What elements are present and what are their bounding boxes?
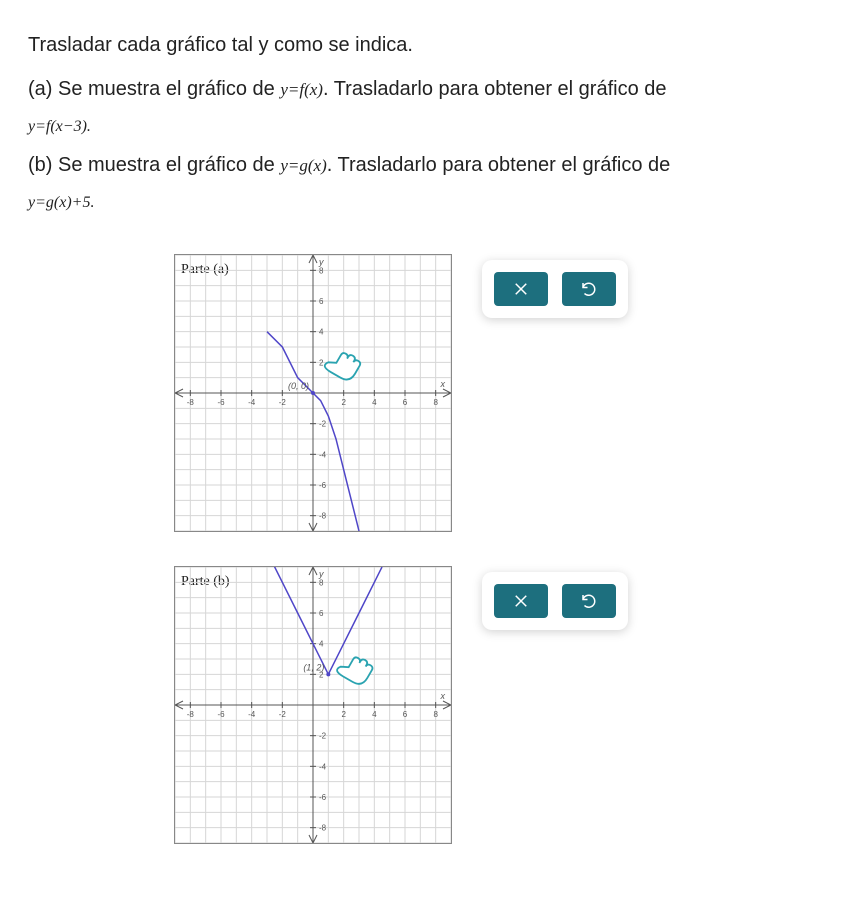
undo-button[interactable] <box>562 272 616 306</box>
svg-text:-8: -8 <box>319 824 327 833</box>
svg-text:-2: -2 <box>319 732 327 741</box>
svg-text:8: 8 <box>433 398 438 407</box>
svg-text:-6: -6 <box>319 793 327 802</box>
svg-text:6: 6 <box>319 609 324 618</box>
plot-b-row: Parte (b) -8-8-6-6-4-4-2-222446688xy(1, … <box>28 566 839 844</box>
instruction-main: Trasladar cada gráfico tal y como se ind… <box>28 30 839 60</box>
clear-button[interactable] <box>494 584 548 618</box>
close-icon <box>512 280 530 298</box>
svg-text:-2: -2 <box>319 420 327 429</box>
instruction-a: (a) Se muestra el gráfico de y=f(x). Tra… <box>28 74 839 104</box>
clear-button[interactable] <box>494 272 548 306</box>
instr-a-eq1: y=f(x) <box>280 80 323 99</box>
svg-text:-8: -8 <box>319 512 327 521</box>
svg-text:y: y <box>318 257 324 267</box>
svg-text:2: 2 <box>341 398 346 407</box>
instruction-b: (b) Se muestra el gráfico de y=g(x). Tra… <box>28 150 839 180</box>
svg-text:-6: -6 <box>217 710 225 719</box>
svg-text:x: x <box>440 379 446 389</box>
instr-a-pre: (a) Se muestra el gráfico de <box>28 78 280 100</box>
svg-text:-8: -8 <box>187 398 195 407</box>
instruction-b-eq: y=g(x)+5. <box>28 186 839 216</box>
plot-a-row: Parte (a) -8-8-6-6-4-4-2-222446688xy(0, … <box>28 254 839 532</box>
plot-b-toolbar <box>482 572 628 630</box>
svg-text:-2: -2 <box>279 710 287 719</box>
plot-a[interactable]: Parte (a) -8-8-6-6-4-4-2-222446688xy(0, … <box>174 254 452 532</box>
svg-text:6: 6 <box>403 710 408 719</box>
svg-text:(0, 0): (0, 0) <box>288 381 309 391</box>
svg-text:6: 6 <box>403 398 408 407</box>
svg-text:-2: -2 <box>279 398 287 407</box>
svg-text:4: 4 <box>319 640 324 649</box>
undo-icon <box>580 592 598 610</box>
instr-b-pre: (b) Se muestra el gráfico de <box>28 154 280 176</box>
svg-text:-4: -4 <box>248 710 256 719</box>
plot-a-canvas[interactable]: -8-8-6-6-4-4-2-222446688xy(0, 0) <box>175 255 451 531</box>
undo-icon <box>580 280 598 298</box>
svg-text:4: 4 <box>319 328 324 337</box>
close-icon <box>512 592 530 610</box>
svg-text:6: 6 <box>319 297 324 306</box>
instructions: Trasladar cada gráfico tal y como se ind… <box>28 30 839 216</box>
svg-text:y: y <box>318 569 324 579</box>
svg-text:8: 8 <box>433 710 438 719</box>
instr-b-eq2: y=g(x)+5. <box>28 194 94 211</box>
plot-b[interactable]: Parte (b) -8-8-6-6-4-4-2-222446688xy(1, … <box>174 566 452 844</box>
plot-b-canvas[interactable]: -8-8-6-6-4-4-2-222446688xy(1, 2) <box>175 567 451 843</box>
instr-b-mid: . Trasladarlo para obtener el gráfico de <box>327 154 671 176</box>
plot-a-toolbar <box>482 260 628 318</box>
svg-text:-4: -4 <box>319 450 327 459</box>
instr-a-eq2: y=f(x−3). <box>28 118 91 135</box>
svg-text:-4: -4 <box>319 762 327 771</box>
svg-text:8: 8 <box>319 578 324 587</box>
instr-b-eq1: y=g(x) <box>280 156 326 175</box>
undo-button[interactable] <box>562 584 616 618</box>
svg-text:(1, 2): (1, 2) <box>303 662 324 672</box>
svg-text:2: 2 <box>341 710 346 719</box>
svg-text:-6: -6 <box>217 398 225 407</box>
svg-text:4: 4 <box>372 710 377 719</box>
svg-text:2: 2 <box>319 358 324 367</box>
svg-text:-4: -4 <box>248 398 256 407</box>
instruction-a-eq: y=f(x−3). <box>28 110 839 140</box>
instr-a-mid: . Trasladarlo para obtener el gráfico de <box>323 78 667 100</box>
svg-text:4: 4 <box>372 398 377 407</box>
svg-text:-6: -6 <box>319 481 327 490</box>
svg-text:-8: -8 <box>187 710 195 719</box>
svg-text:8: 8 <box>319 266 324 275</box>
svg-text:x: x <box>440 691 446 701</box>
